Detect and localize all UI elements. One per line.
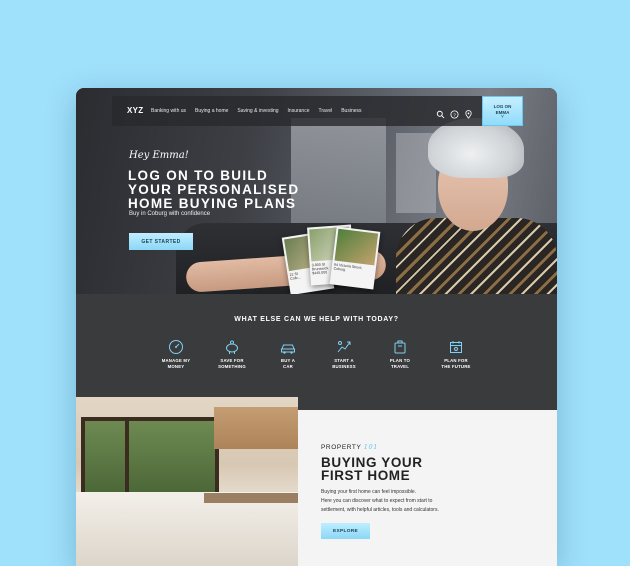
location-icon[interactable] [464,106,473,119]
hero-headline: LOG ON TO BUILD YOUR PERSONALISED HOME B… [128,168,300,211]
growth-icon [337,341,351,353]
calendar-icon [450,341,462,353]
help-item-business[interactable]: START A BUSINESS [316,339,372,369]
kitchen-counter [204,493,298,503]
property-101-article: PROPERTY 101 BUYING YOUR FIRST HOME Buyi… [298,410,557,566]
top-navigation: XYZ Banking with us Buying a home Saving… [112,96,523,126]
nav-link-banking[interactable]: Banking with us [151,108,186,114]
get-started-button[interactable]: GET STARTED [129,233,193,250]
help-item-save[interactable]: SAVE FOR SOMETHING [204,339,260,369]
kitchen-image [76,397,298,566]
help-item-label: BUY A CAR [280,358,296,369]
chevron-down-icon: ˅ [501,114,504,120]
hero-subtitle: Buy in Coburg with confidence [129,211,211,217]
svg-text:?: ? [453,112,456,118]
property-photo [334,228,379,266]
article-kicker-text: PROPERTY [321,444,362,451]
help-icon[interactable]: ? [450,106,459,119]
property-card[interactable]: 64 Victoria Street, Coburg [329,226,381,290]
search-icon[interactable] [436,106,445,119]
nav-link-insurance[interactable]: Insurance [288,108,310,114]
car-icon [281,344,295,354]
help-item-label: MANAGE MY MONEY [161,358,191,369]
article-body: Buying your first home can feel impossib… [321,489,439,513]
help-item-label: START A BUSINESS [332,358,356,369]
suitcase-icon [394,340,406,354]
help-item-label: PLAN TO TRAVEL [389,358,411,369]
browser-card: XYZ Banking with us Buying a home Saving… [76,88,557,566]
nav-icons: ? [436,106,473,119]
nav-link-buying-home[interactable]: Buying a home [195,108,228,114]
background-window [291,118,386,228]
help-item-travel[interactable]: PLAN TO TRAVEL [372,339,428,369]
nav-link-travel[interactable]: Travel [319,108,333,114]
nav-links: Banking with us Buying a home Saving & i… [151,108,371,114]
login-button[interactable]: LOG ON EMMA ˅ [482,96,523,126]
help-item-manage-money[interactable]: MANAGE MY MONEY [148,339,204,369]
explore-button[interactable]: EXPLORE [321,523,370,539]
logo[interactable]: XYZ [127,106,143,115]
article-kicker-number: 101 [363,443,378,451]
kitchen-cabinets [214,407,298,449]
help-item-label: SAVE FOR SOMETHING [218,358,246,369]
article-title: BUYING YOUR FIRST HOME [321,455,423,483]
greeting: Hey Emma! [129,150,189,161]
gauge-icon [169,340,183,354]
help-section: WHAT ELSE CAN WE HELP WITH TODAY? MANAGE… [76,294,557,410]
help-items: MANAGE MY MONEY SAVE FOR SOMETHING BUY A… [148,339,484,369]
woman-hair [428,118,524,178]
help-item-label: PLAN FOR THE FUTURE [441,358,471,369]
login-label: LOG ON [493,104,512,109]
help-item-buy-car[interactable]: BUY A CAR [260,339,316,369]
help-title: WHAT ELSE CAN WE HELP WITH TODAY? [234,316,399,323]
piggy-bank-icon [226,340,238,354]
article-kicker: PROPERTY 101 [321,443,378,451]
nav-link-business[interactable]: Business [341,108,361,114]
help-item-future[interactable]: PLAN FOR THE FUTURE [428,339,484,369]
hero-banner: XYZ Banking with us Buying a home Saving… [76,88,557,294]
nav-link-saving[interactable]: Saving & investing [237,108,278,114]
kitchen-bench [76,492,298,566]
